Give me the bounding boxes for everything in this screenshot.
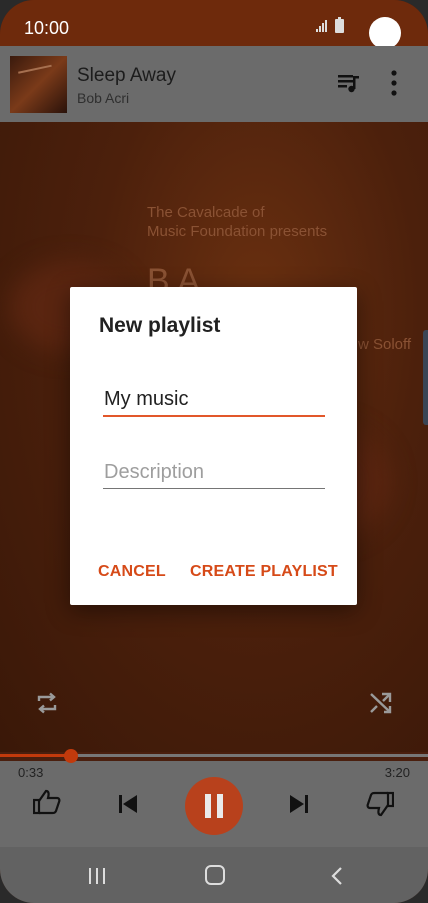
- cancel-button[interactable]: CANCEL: [98, 563, 166, 581]
- new-playlist-dialog: New playlist CANCEL CREATE PLAYLIST: [70, 287, 357, 605]
- playlist-name-field[interactable]: [103, 388, 326, 417]
- playlist-name-input[interactable]: [103, 388, 326, 415]
- playlist-description-input[interactable]: [103, 461, 326, 488]
- phone-screen: 10:00 The Cavalcade of Music Foundation …: [0, 0, 428, 903]
- dialog-title: New playlist: [99, 314, 221, 337]
- create-playlist-button[interactable]: CREATE PLAYLIST: [190, 563, 338, 581]
- playlist-description-field[interactable]: [103, 461, 326, 489]
